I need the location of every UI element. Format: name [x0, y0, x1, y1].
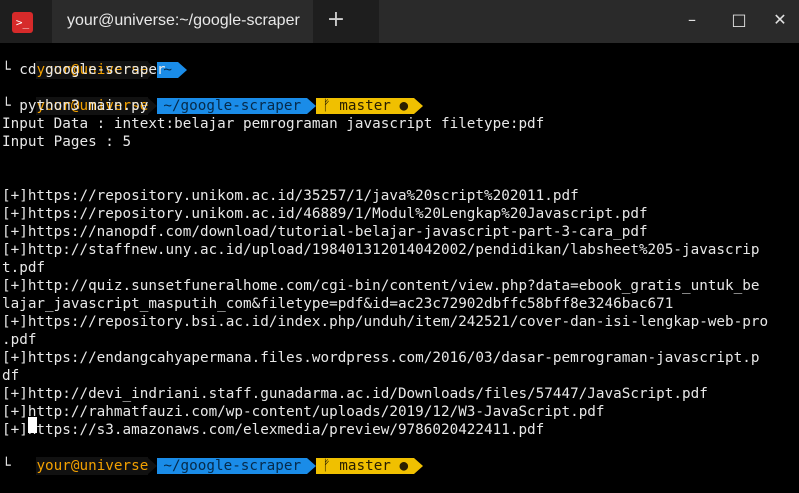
terminal-output[interactable]: your@universe ~ └ cd google-scraper your@…: [0, 43, 799, 475]
git-branch-badge: ᚠ master ●: [316, 458, 415, 474]
prompt-separator: [177, 62, 187, 78]
close-button[interactable]: ✕: [770, 10, 790, 30]
title-bar: >_ your@universe:~/google-scraper + – □ …: [0, 0, 799, 43]
output-line: [+]http://staffnew.uny.ac.id/upload/1984…: [2, 242, 760, 258]
output-line: lajar_javascript_masputih_com&filetype=p…: [2, 296, 674, 312]
minimize-button[interactable]: –: [682, 10, 702, 30]
output-line: [+]http://devi_indriani.staff.gunadarma.…: [2, 386, 708, 402]
input-prompt-prefix: └: [2, 458, 11, 474]
command-line: └ cd google-scraper: [2, 62, 166, 78]
output-line: Input Pages : 5: [2, 134, 132, 150]
text-cursor[interactable]: [28, 417, 37, 433]
prompt-line: your@universe ~/google-scraper ᚠ master ●: [2, 439, 424, 475]
prompt-path: ~/google-scraper: [157, 98, 308, 114]
output-line: [+]https://endangcahyapermana.files.word…: [2, 350, 760, 366]
tab-terminal[interactable]: your@universe:~/google-scraper: [52, 0, 313, 43]
output-line: df: [2, 368, 20, 384]
prompt-user: your@universe: [36, 457, 149, 475]
prompt-separator: [414, 98, 424, 114]
prompt-separator: [307, 458, 317, 474]
prompt-line: your@universe ~/google-scraper ᚠ master ●: [2, 79, 424, 115]
output-line: Input Data : intext:belajar pemrograman …: [2, 116, 545, 132]
prompt-separator: [148, 98, 158, 114]
new-tab-button[interactable]: +: [325, 9, 347, 31]
output-line: [+]https://nanopdf.com/download/tutorial…: [2, 224, 648, 240]
prompt-line: your@universe ~: [2, 43, 187, 79]
git-branch-badge: ᚠ master ●: [316, 98, 415, 114]
output-line: [+]http://quiz.sunsetfuneralhome.com/cgi…: [2, 278, 760, 294]
command-line: └ python3 main.py: [2, 98, 149, 114]
output-line: .pdf: [2, 332, 37, 348]
output-line: [+]https://repository.unikom.ac.id/46889…: [2, 206, 648, 222]
output-line: [+]http://rahmatfauzi.com/wp-content/upl…: [2, 404, 605, 420]
output-line: [+]https://repository.bsi.ac.id/index.ph…: [2, 314, 769, 330]
prompt-path: ~/google-scraper: [157, 458, 308, 474]
prompt-separator: [307, 98, 317, 114]
tab-title: your@universe:~/google-scraper: [67, 12, 300, 29]
terminal-app-icon: >_: [12, 12, 33, 33]
output-line: [+]https://repository.unikom.ac.id/35257…: [2, 188, 579, 204]
prompt-separator: [414, 458, 424, 474]
output-line: [+]https://s3.amazonaws.com/elexmedia/pr…: [2, 422, 545, 438]
prompt-separator: [148, 458, 158, 474]
maximize-button[interactable]: □: [729, 10, 749, 30]
output-line: t.pdf: [2, 260, 46, 276]
